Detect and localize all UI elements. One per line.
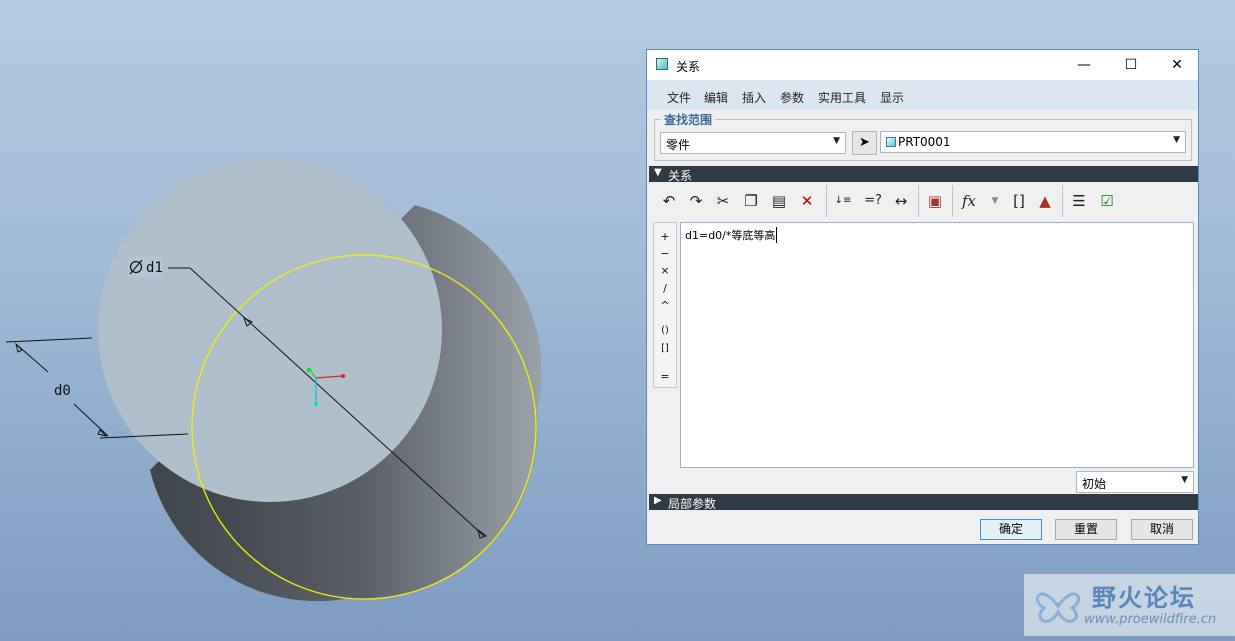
cut-icon[interactable]: ✂ bbox=[710, 188, 736, 214]
operator-brackets[interactable]: [] bbox=[654, 343, 676, 354]
scope-value: 零件 bbox=[666, 138, 691, 152]
menu-insert[interactable]: 插入 bbox=[742, 89, 766, 106]
close-button[interactable]: ✕ bbox=[1154, 50, 1200, 80]
relations-section-header[interactable]: ▼ 关系 bbox=[649, 166, 1198, 183]
app-icon bbox=[656, 58, 668, 70]
watermark-title: 野火论坛 bbox=[1092, 584, 1196, 612]
lookup-label: 查找范围 bbox=[661, 111, 716, 128]
delete-icon[interactable]: ✕ bbox=[794, 188, 820, 214]
menu-bar: 文件 编辑 插入 参数 实用工具 显示 bbox=[647, 80, 1198, 110]
object-value: PRT0001 bbox=[898, 135, 951, 149]
operator-equals[interactable]: = bbox=[654, 370, 676, 383]
relations-dialog: 关系 — ☐ ✕ 文件 编辑 插入 参数 实用工具 显示 查找范围 零件 ▼ ➤… bbox=[646, 49, 1199, 545]
scope-select[interactable]: 零件 ▼ bbox=[660, 132, 846, 154]
part-icon bbox=[886, 137, 896, 147]
units-value: 初始 bbox=[1082, 477, 1107, 491]
local-params-section-label: 局部参数 bbox=[668, 497, 717, 511]
paste-icon[interactable]: ▤ bbox=[766, 188, 792, 214]
operator-plus[interactable]: + bbox=[654, 230, 676, 243]
minimize-button[interactable]: — bbox=[1061, 50, 1107, 80]
relations-toolbar: ↶ ↷ ✂ ❐ ▤ ✕ ↓≡ =? ↔ ▣ fx ▼ [] ▲ ☰ ☑ bbox=[654, 185, 1192, 217]
butterfly-logo-icon bbox=[1035, 592, 1081, 623]
forum-watermark: 野火论坛 www.proewildfire.cn bbox=[1024, 574, 1235, 636]
ok-button[interactable]: 确定 bbox=[980, 519, 1042, 540]
operator-minus[interactable]: − bbox=[654, 247, 676, 260]
diameter-dimension-label[interactable]: d1 bbox=[146, 260, 163, 276]
menu-show[interactable]: 显示 bbox=[880, 89, 904, 106]
chevron-down-icon: ▼ bbox=[1173, 135, 1180, 145]
insert-parameter-icon[interactable]: [] bbox=[1006, 188, 1032, 214]
chevron-down-icon: ▼ bbox=[1181, 475, 1188, 485]
copy-icon[interactable]: ❐ bbox=[738, 188, 764, 214]
units-select[interactable]: 初始 ▼ bbox=[1076, 471, 1194, 493]
toolbar-separator bbox=[826, 185, 827, 217]
operator-parentheses[interactable]: () bbox=[654, 325, 676, 336]
chevron-down-icon: ▼ bbox=[833, 136, 840, 146]
operator-power[interactable]: ^ bbox=[654, 299, 676, 312]
maximize-button[interactable]: ☐ bbox=[1108, 50, 1154, 80]
watermark-url: www.proewildfire.cn bbox=[1084, 612, 1217, 627]
lock-parameter-icon[interactable]: ▣ bbox=[922, 188, 948, 214]
distance-dimension-line-b bbox=[73, 403, 109, 437]
operator-divide[interactable]: / bbox=[654, 282, 676, 295]
relations-section-label: 关系 bbox=[668, 169, 693, 183]
show-relation-icon[interactable]: ☰ bbox=[1066, 188, 1092, 214]
menu-parameters[interactable]: 参数 bbox=[780, 89, 804, 106]
check-units-icon[interactable]: ▲ bbox=[1032, 188, 1058, 214]
sort-relations-icon[interactable]: ↓≡ bbox=[830, 188, 856, 214]
toolbar-separator bbox=[918, 185, 919, 217]
menu-file[interactable]: 文件 bbox=[667, 89, 691, 106]
cancel-button[interactable]: 取消 bbox=[1131, 519, 1193, 540]
insert-function-icon[interactable]: fx bbox=[956, 188, 982, 214]
operator-multiply[interactable]: × bbox=[654, 264, 676, 277]
dialog-titlebar[interactable]: 关系 — ☐ ✕ bbox=[647, 50, 1198, 80]
relations-editor[interactable]: d1=d0/*等底等高 bbox=[680, 222, 1194, 468]
relations-text[interactable]: d1=d0/*等底等高 bbox=[685, 227, 778, 243]
redo-icon[interactable]: ↷ bbox=[683, 188, 709, 214]
object-value-wrap: PRT0001 bbox=[886, 135, 951, 149]
operator-palette: + − × / ^ () [] = bbox=[653, 222, 677, 388]
pointer-icon: ➤ bbox=[859, 135, 870, 150]
menu-edit[interactable]: 编辑 bbox=[704, 89, 728, 106]
local-params-section-header[interactable]: ▶ 局部参数 bbox=[649, 494, 1198, 511]
dialog-title: 关系 bbox=[676, 60, 701, 74]
evaluate-icon[interactable]: =? bbox=[860, 188, 886, 214]
distance-extension-top bbox=[5, 337, 93, 343]
verify-relations-icon[interactable]: ☑ bbox=[1094, 188, 1120, 214]
toolbar-separator bbox=[1062, 185, 1063, 217]
expand-triangle-icon: ▶ bbox=[654, 495, 662, 506]
function-dropdown-icon[interactable]: ▼ bbox=[982, 188, 1008, 214]
distance-dimension-label[interactable]: d0 bbox=[54, 383, 71, 399]
undo-icon[interactable]: ↶ bbox=[656, 188, 682, 214]
object-select[interactable]: PRT0001 ▼ bbox=[880, 131, 1186, 153]
insert-dimension-icon[interactable]: ↔ bbox=[888, 188, 914, 214]
menu-utilities[interactable]: 实用工具 bbox=[818, 89, 866, 106]
reset-button[interactable]: 重置 bbox=[1055, 519, 1117, 540]
toolbar-separator bbox=[952, 185, 953, 217]
select-pointer-button[interactable]: ➤ bbox=[852, 131, 877, 155]
collapse-triangle-icon: ▼ bbox=[654, 167, 662, 178]
